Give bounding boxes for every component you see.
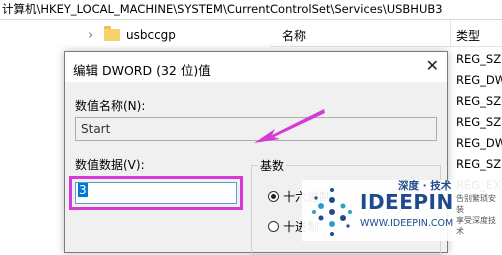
close-icon[interactable]: ✕ (426, 56, 439, 75)
dialog-titlebar[interactable]: 编辑 DWORD (32 位)值 ✕ (65, 52, 447, 82)
column-header-type[interactable]: 类型 (456, 27, 480, 44)
value-name-label: 数值名称(N): (75, 99, 146, 113)
annotation-arrow (254, 109, 325, 143)
ideepin-slogan-2: 享受深度技术 (456, 216, 496, 236)
ideepin-logo (312, 188, 352, 236)
tree-item-label: usbccgp (126, 28, 176, 42)
column-header-name[interactable]: 名称 (282, 27, 306, 44)
list-item[interactable]: REG_SZ (456, 49, 502, 70)
address-bar[interactable]: 计算机\HKEY_LOCAL_MACHINE\SYSTEM\CurrentCon… (0, 0, 502, 20)
radio-selected-icon (268, 191, 279, 202)
radio-unselected-icon (268, 221, 279, 232)
dialog-title: 编辑 DWORD (32 位)值 (73, 63, 211, 78)
tree-item-usbccgp[interactable]: › usbccgp (88, 26, 176, 44)
value-data-text: 3 (78, 183, 88, 197)
list-item[interactable]: REG_DW (456, 133, 502, 154)
folder-icon (104, 26, 120, 41)
list-item[interactable]: REG_SZ (456, 154, 502, 175)
ideepin-watermark: 深度 · 技术 IDEEPIN 告别繁琐安装 WWW.IDEEPIN.COM 享… (302, 180, 502, 241)
type-column: REG_SZ REG_DW REG_SZ REG_SZ REG_DW REG_S… (456, 49, 502, 196)
list-item[interactable]: REG_SZ (456, 112, 502, 133)
value-data-input[interactable]: 3 (75, 182, 237, 204)
ideepin-slogan-1: 告别繁琐安装 (456, 194, 496, 214)
ideepin-brand: IDEEPIN (360, 190, 454, 214)
address-path: 计算机\HKEY_LOCAL_MACHINE\SYSTEM\CurrentCon… (2, 2, 443, 16)
list-item[interactable]: REG_DW (456, 70, 502, 91)
column-divider[interactable] (450, 20, 451, 46)
list-header: 名称 类型 (270, 20, 502, 47)
value-data-highlight: 3 (69, 176, 243, 210)
chevron-right-icon[interactable]: › (88, 28, 98, 43)
list-item[interactable]: REG_SZ (456, 91, 502, 112)
base-group-label: 基数 (258, 157, 287, 174)
value-data-label: 数值数据(V): (75, 158, 145, 172)
ideepin-url: WWW.IDEEPIN.COM (360, 218, 454, 229)
